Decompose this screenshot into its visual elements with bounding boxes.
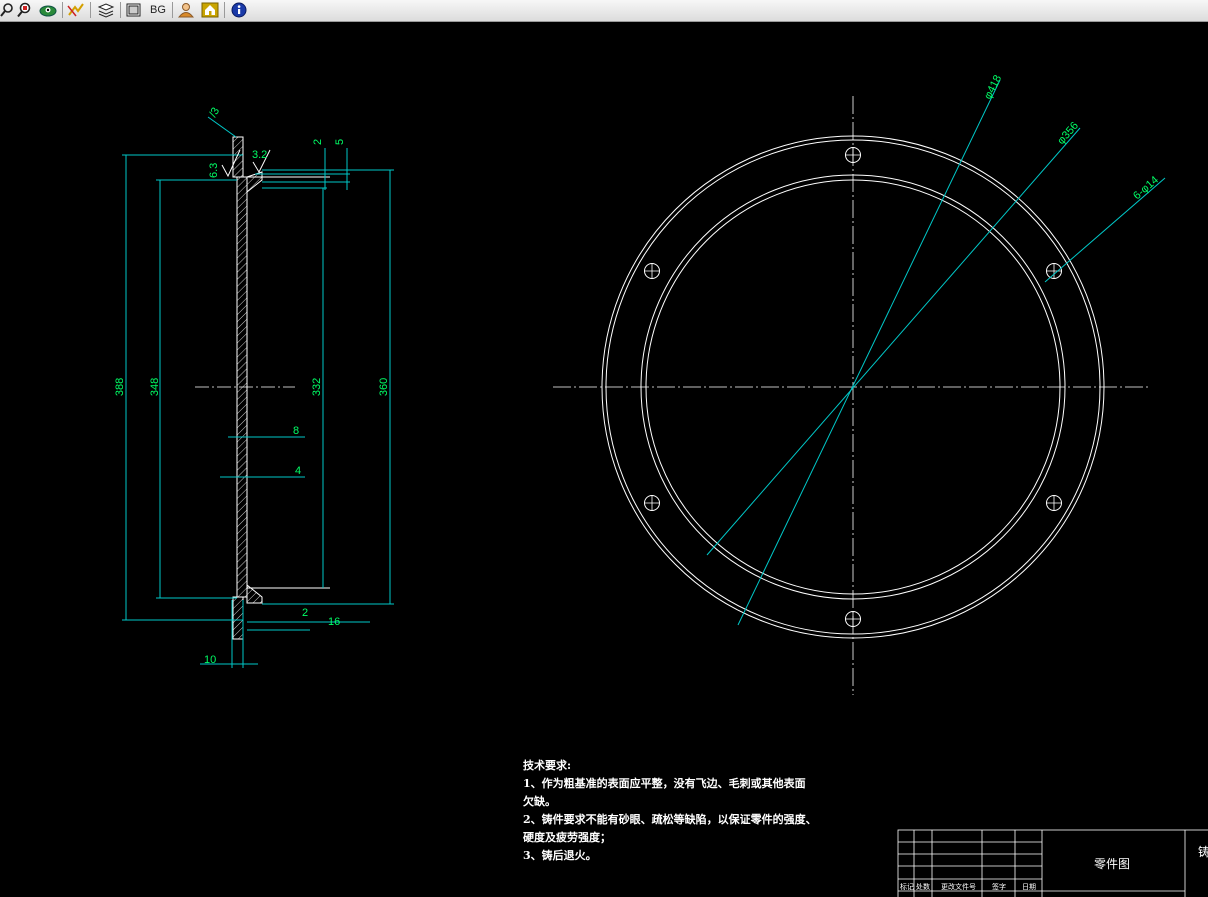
zoom-window-button[interactable] [16, 1, 34, 19]
notes-heading: 技术要求: [523, 759, 572, 772]
section-dimension-lines [122, 116, 394, 668]
title-block-header: 日期 [1022, 883, 1036, 891]
dim-4: 4 [295, 465, 301, 477]
dim-8: 8 [293, 425, 299, 437]
pan-icon [39, 5, 57, 17]
roughness-6-3: 6.3 [208, 163, 220, 178]
home-button[interactable] [200, 1, 220, 19]
home-icon [201, 2, 219, 18]
bg-label: BG [150, 4, 166, 16]
zoom-icon [0, 3, 13, 17]
roughness-3-2: 3.2 [252, 149, 267, 161]
trim-button[interactable] [66, 1, 86, 19]
dim-holes-6-dia-14: 6-φ14 [1131, 174, 1161, 202]
info-button[interactable] [229, 1, 249, 19]
dim-2-top: 2 [312, 139, 324, 145]
toolbar-separator [62, 2, 63, 18]
info-icon [231, 2, 247, 18]
plan-view: φ418 φ356 6-φ14 [553, 73, 1166, 695]
technical-requirements: 技术要求: 1、作为粗基准的表面应平整，没有飞边、毛刺或其他表面 欠缺。 2、铸… [523, 757, 817, 865]
section-view: 388 348 332 360 8 4 2 5 2 16 10 /3 3.2 6… [114, 106, 394, 668]
notes-line: 1、作为粗基准的表面应平整，没有飞边、毛刺或其他表面 [523, 777, 806, 790]
frame-icon [126, 3, 141, 17]
pan-button[interactable] [37, 1, 59, 19]
dim-332: 332 [311, 378, 323, 396]
dim-10: 10 [204, 654, 216, 666]
background-toggle-button[interactable]: BG [146, 1, 170, 19]
toolbar-separator [172, 2, 173, 18]
notes-line: 硬度及疲劳强度； [523, 831, 611, 844]
layers-icon [97, 3, 115, 18]
dim-388: 388 [114, 378, 126, 396]
title-block-header: 更改文件号 [941, 882, 976, 891]
toolbar-separator [90, 2, 91, 18]
layers-button[interactable] [96, 1, 116, 19]
title-block-header: 签字 [992, 882, 1006, 891]
dim-348: 348 [149, 378, 161, 396]
cad-toolbar: BG [0, 0, 1208, 22]
user-icon [177, 3, 195, 18]
trim-icon [67, 3, 84, 17]
frame-button[interactable] [124, 1, 144, 19]
user-button[interactable] [176, 1, 196, 19]
dim-dia-418: φ418 [982, 73, 1004, 101]
notes-line: 2、铸件要求不能有砂眼、疏松等缺陷，以保证零件的强度、 [523, 813, 817, 826]
title-block-header: 标记 [900, 882, 914, 891]
fillet-top [246, 171, 263, 194]
notes-line: 欠缺。 [523, 795, 556, 808]
zoom-button[interactable] [0, 1, 14, 19]
title-block-part-name: 零件图 [1094, 857, 1130, 871]
dim-360: 360 [378, 378, 390, 396]
diameter-leaders [706, 79, 1166, 626]
roughness-3: /3 [207, 106, 222, 120]
flange-top [232, 136, 244, 178]
notes-line: 3、铸后退火。 [523, 849, 597, 862]
dim-dia-356: φ356 [1055, 120, 1081, 147]
flange-bottom [232, 596, 244, 640]
dim-2-bottom: 2 [302, 607, 308, 619]
toolbar-separator [224, 2, 225, 18]
web-section [236, 176, 248, 598]
title-block-edge-char: 铸 [1198, 844, 1208, 859]
title-block-header: 处数 [916, 882, 930, 891]
dim-16: 16 [328, 616, 340, 628]
toolbar-separator [120, 2, 121, 18]
zoom-window-icon [17, 2, 31, 18]
dim-5: 5 [334, 139, 346, 145]
